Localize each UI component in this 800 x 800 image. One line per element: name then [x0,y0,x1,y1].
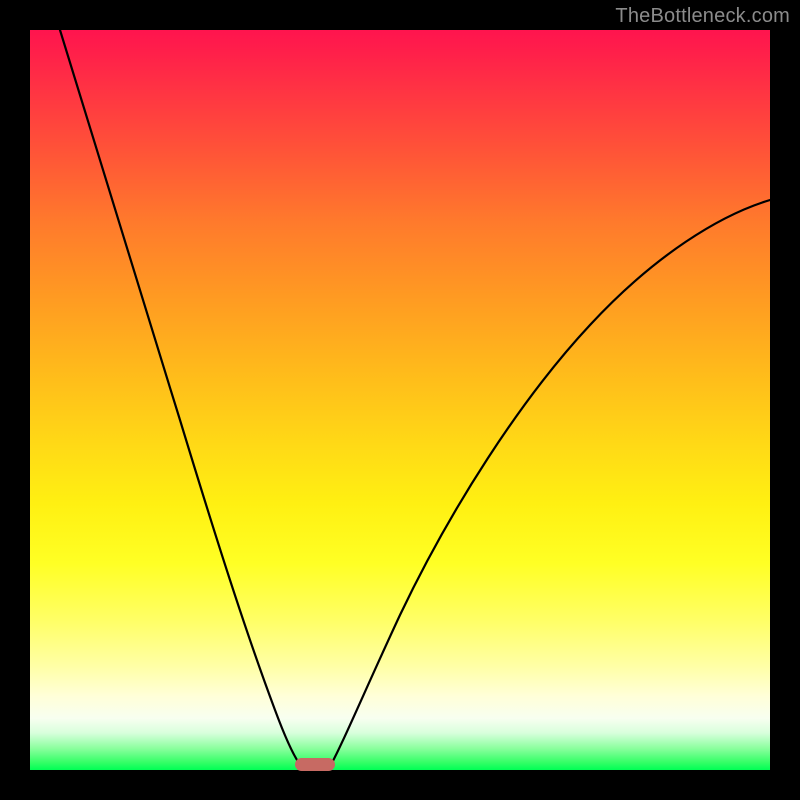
watermark-text: TheBottleneck.com [615,5,790,28]
optimal-range-marker [295,758,335,771]
bottleneck-curve [30,30,770,770]
curve-left-branch [60,30,305,770]
chart-frame: TheBottleneck.com [0,0,800,800]
curve-right-branch [328,200,770,770]
plot-area [30,30,770,770]
